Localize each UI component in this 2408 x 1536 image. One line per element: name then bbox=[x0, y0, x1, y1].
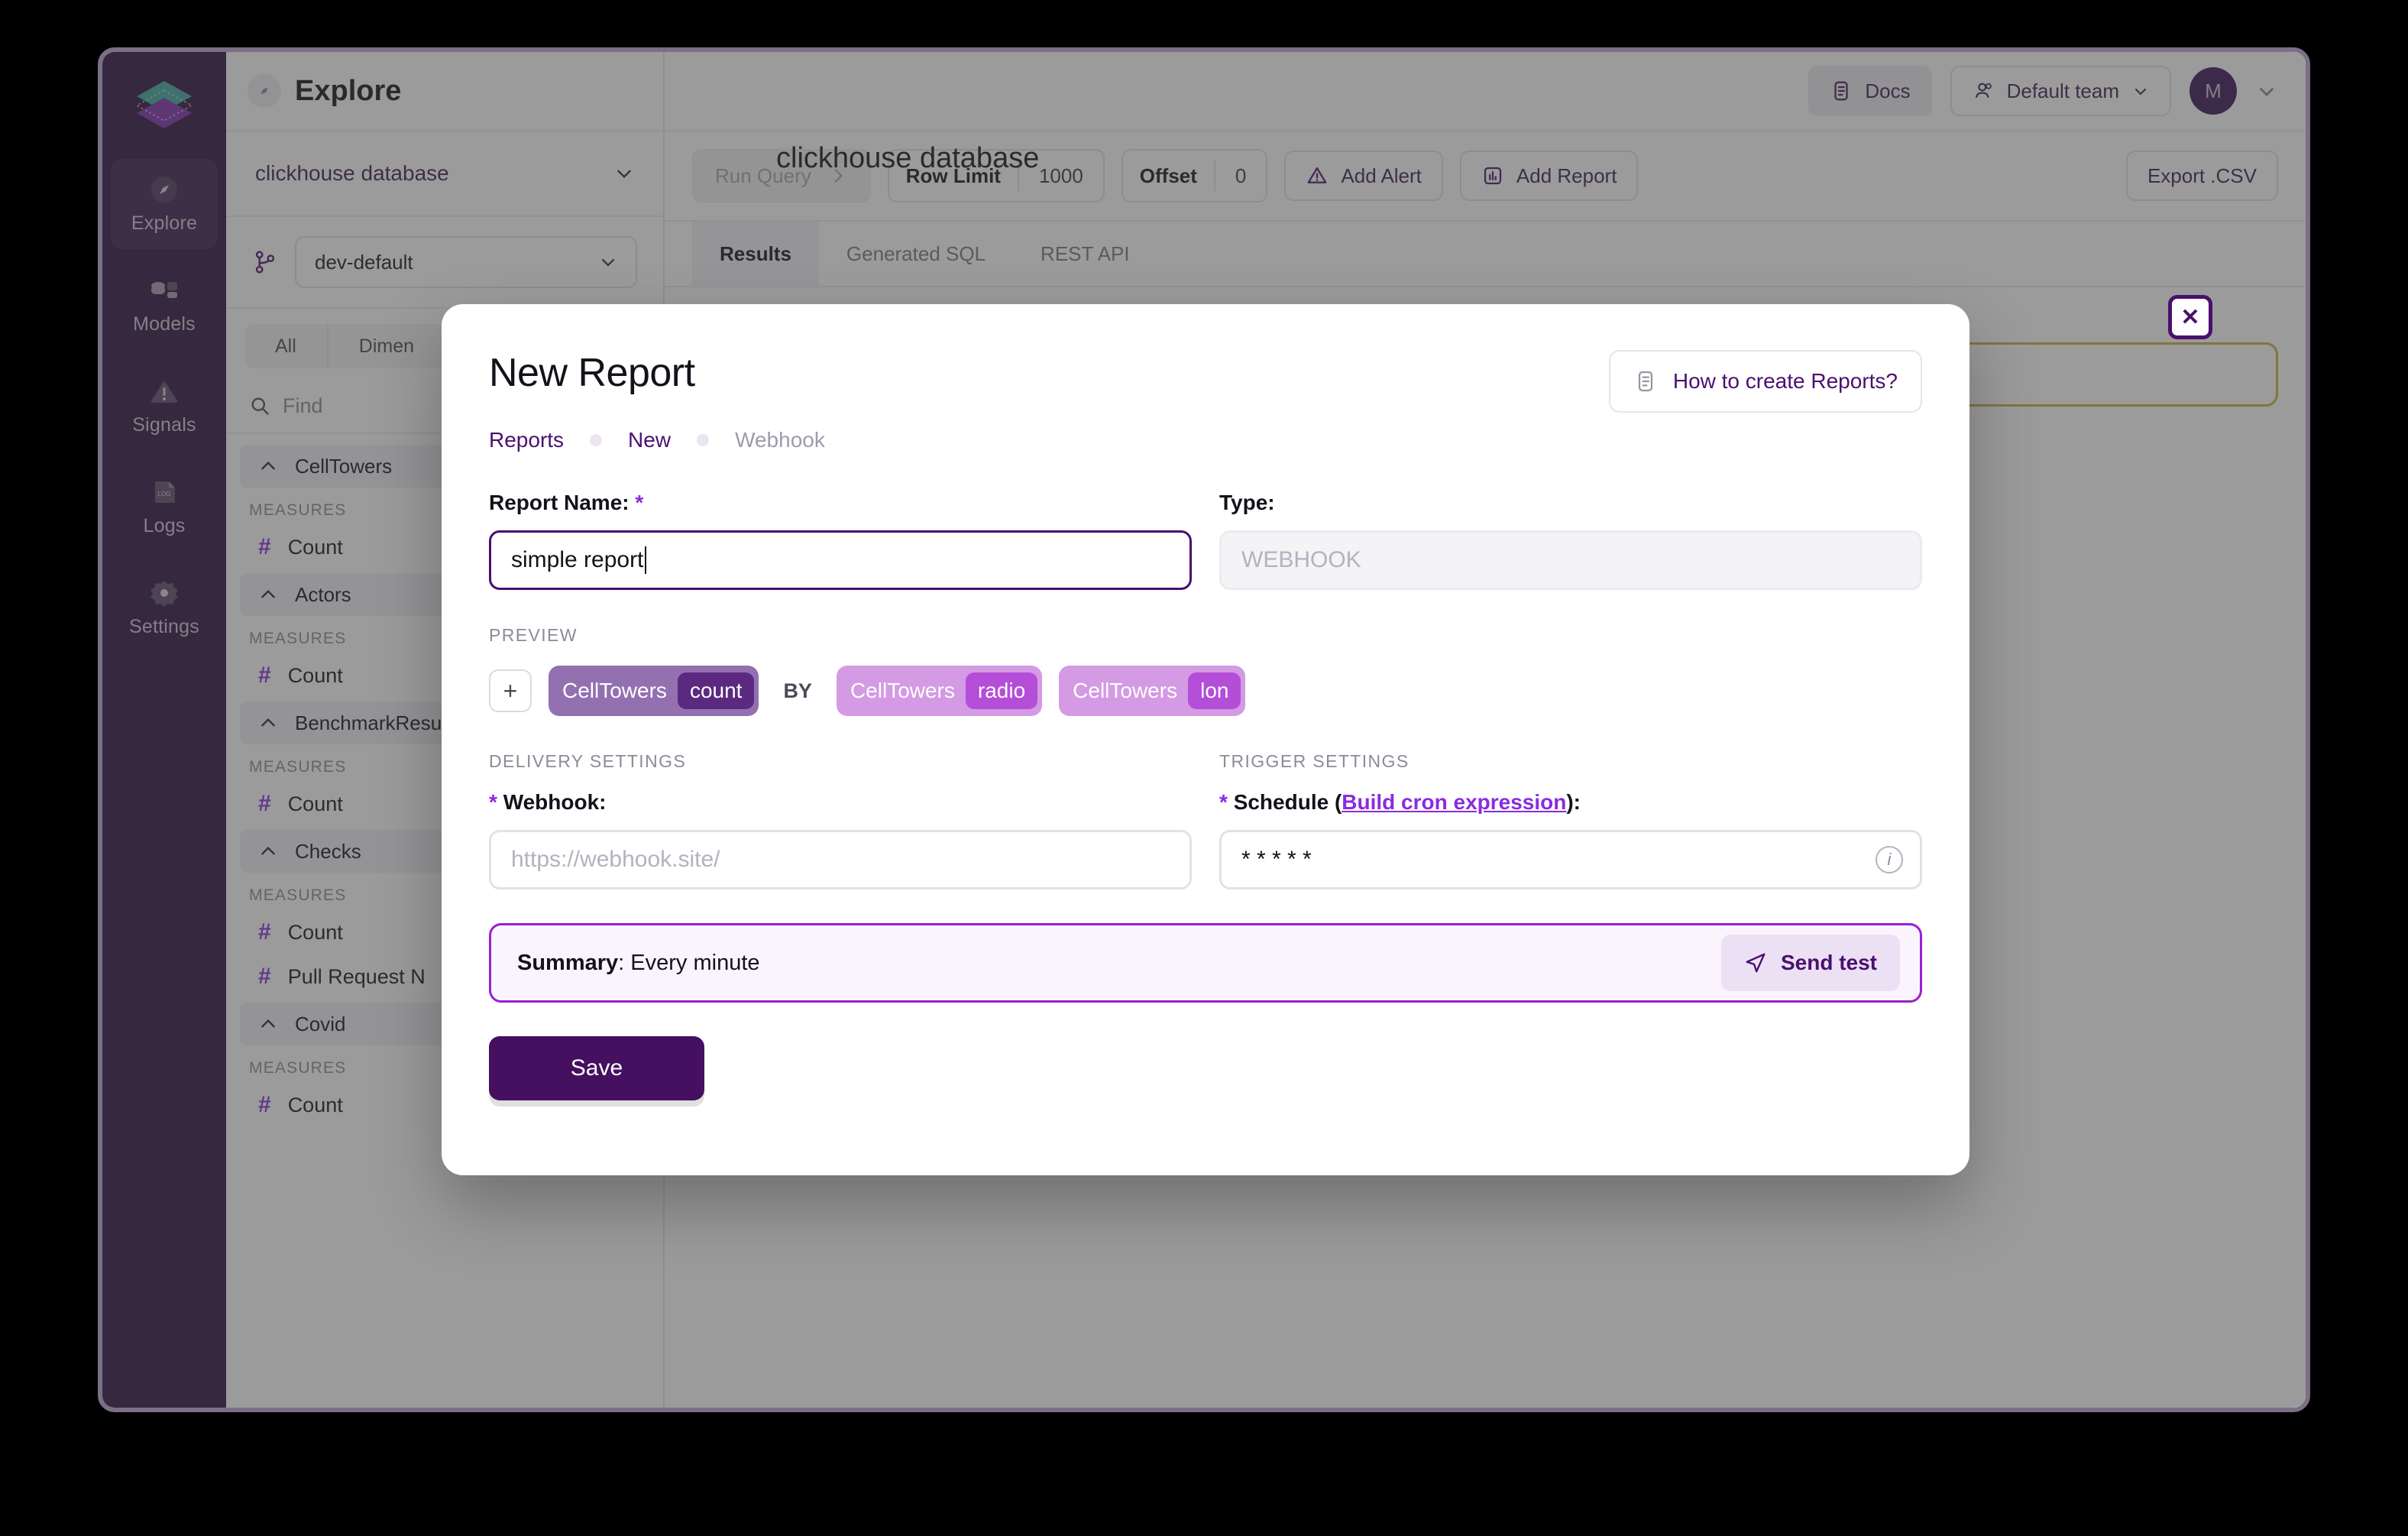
send-test-label: Send test bbox=[1780, 951, 1877, 974]
summary-value: Every minute bbox=[630, 950, 760, 975]
trigger-settings-label: TRIGGER SETTINGS bbox=[1219, 751, 1410, 771]
delivery-settings-label: DELIVERY SETTINGS bbox=[489, 751, 687, 771]
required-marker: * bbox=[489, 790, 497, 814]
type-value: WEBHOOK bbox=[1241, 547, 1361, 572]
save-button[interactable]: Save bbox=[489, 1036, 704, 1100]
send-icon bbox=[1744, 951, 1767, 974]
schedule-group: * Schedule (Build cron expression): * * … bbox=[1219, 790, 1922, 890]
screenshot-root: Explore Models bbox=[0, 0, 2408, 1536]
chip-field-label: lon bbox=[1188, 672, 1241, 709]
breadcrumb-reports[interactable]: Reports bbox=[489, 428, 564, 452]
new-report-dialog: New Report How to create Reports? Report… bbox=[442, 304, 1969, 1175]
report-name-input[interactable]: simple report bbox=[489, 530, 1192, 590]
schedule-label-post: ): bbox=[1566, 790, 1581, 814]
how-to-create-reports-button[interactable]: How to create Reports? bbox=[1608, 350, 1922, 413]
close-icon[interactable]: ✕ bbox=[2168, 295, 2212, 339]
dimension-chip[interactable]: CellTowers radio bbox=[836, 666, 1043, 716]
required-marker: * bbox=[1219, 790, 1228, 814]
info-icon[interactable]: i bbox=[1876, 846, 1903, 873]
summary-bar: Summary: Every minute Send test bbox=[489, 923, 1922, 1003]
summary-key: Summary bbox=[517, 950, 619, 975]
webhook-placeholder: https://webhook.site/ bbox=[511, 847, 720, 872]
chip-model-label: CellTowers bbox=[1073, 679, 1178, 702]
summary-text: Summary: Every minute bbox=[517, 951, 760, 976]
schedule-value: * * * * * bbox=[1241, 847, 1312, 872]
settings-row: * Webhook: https://webhook.site/ * Sched… bbox=[489, 790, 1922, 890]
settings-section-labels: DELIVERY SETTINGS TRIGGER SETTINGS bbox=[489, 716, 1922, 772]
breadcrumb-separator-dot bbox=[590, 434, 603, 446]
report-name-group: Report Name: * simple report bbox=[489, 491, 1192, 590]
dimension-chip[interactable]: CellTowers lon bbox=[1059, 666, 1246, 716]
report-name-value: simple report bbox=[511, 547, 644, 572]
schedule-label-pre: Schedule ( bbox=[1233, 790, 1342, 814]
chip-model-label: CellTowers bbox=[850, 679, 955, 702]
text-caret bbox=[645, 546, 647, 574]
breadcrumb-webhook: Webhook bbox=[735, 428, 825, 452]
schedule-label: * Schedule (Build cron expression): bbox=[1219, 790, 1922, 815]
webhook-label-text: Webhook: bbox=[503, 790, 607, 814]
name-type-row: Report Name: * simple report Type: WEBHO… bbox=[489, 491, 1922, 590]
schedule-input[interactable]: * * * * * i bbox=[1219, 830, 1922, 890]
report-name-label-text: Report Name: bbox=[489, 491, 630, 514]
report-type-input: WEBHOOK bbox=[1219, 530, 1922, 590]
build-cron-expression-link[interactable]: Build cron expression bbox=[1342, 790, 1566, 814]
report-type-group: Type: WEBHOOK bbox=[1219, 491, 1922, 590]
by-label: BY bbox=[783, 679, 812, 702]
preview-section-label: PREVIEW bbox=[489, 625, 578, 645]
required-marker: * bbox=[635, 491, 644, 514]
report-name-label: Report Name: * bbox=[489, 491, 1192, 515]
webhook-label: * Webhook: bbox=[489, 790, 1192, 815]
how-to-label: How to create Reports? bbox=[1672, 369, 1898, 393]
breadcrumb-new[interactable]: New bbox=[628, 428, 671, 452]
chip-field-label: radio bbox=[965, 672, 1038, 709]
doc-icon bbox=[1633, 369, 1658, 394]
breadcrumb: Reports New Webhook bbox=[489, 428, 1922, 452]
summary-separator: : bbox=[618, 950, 631, 975]
chip-field-label: count bbox=[677, 672, 755, 709]
breadcrumb-separator-dot bbox=[697, 434, 710, 446]
measure-chip[interactable]: CellTowers count bbox=[549, 666, 759, 716]
plus-icon[interactable]: + bbox=[489, 669, 532, 712]
send-test-button[interactable]: Send test bbox=[1720, 935, 1900, 991]
preview-row: + CellTowers count BY CellTowers radio C… bbox=[489, 666, 1922, 716]
webhook-group: * Webhook: https://webhook.site/ bbox=[489, 790, 1192, 890]
chip-model-label: CellTowers bbox=[562, 679, 667, 702]
type-label: Type: bbox=[1219, 491, 1275, 514]
webhook-input[interactable]: https://webhook.site/ bbox=[489, 830, 1192, 890]
